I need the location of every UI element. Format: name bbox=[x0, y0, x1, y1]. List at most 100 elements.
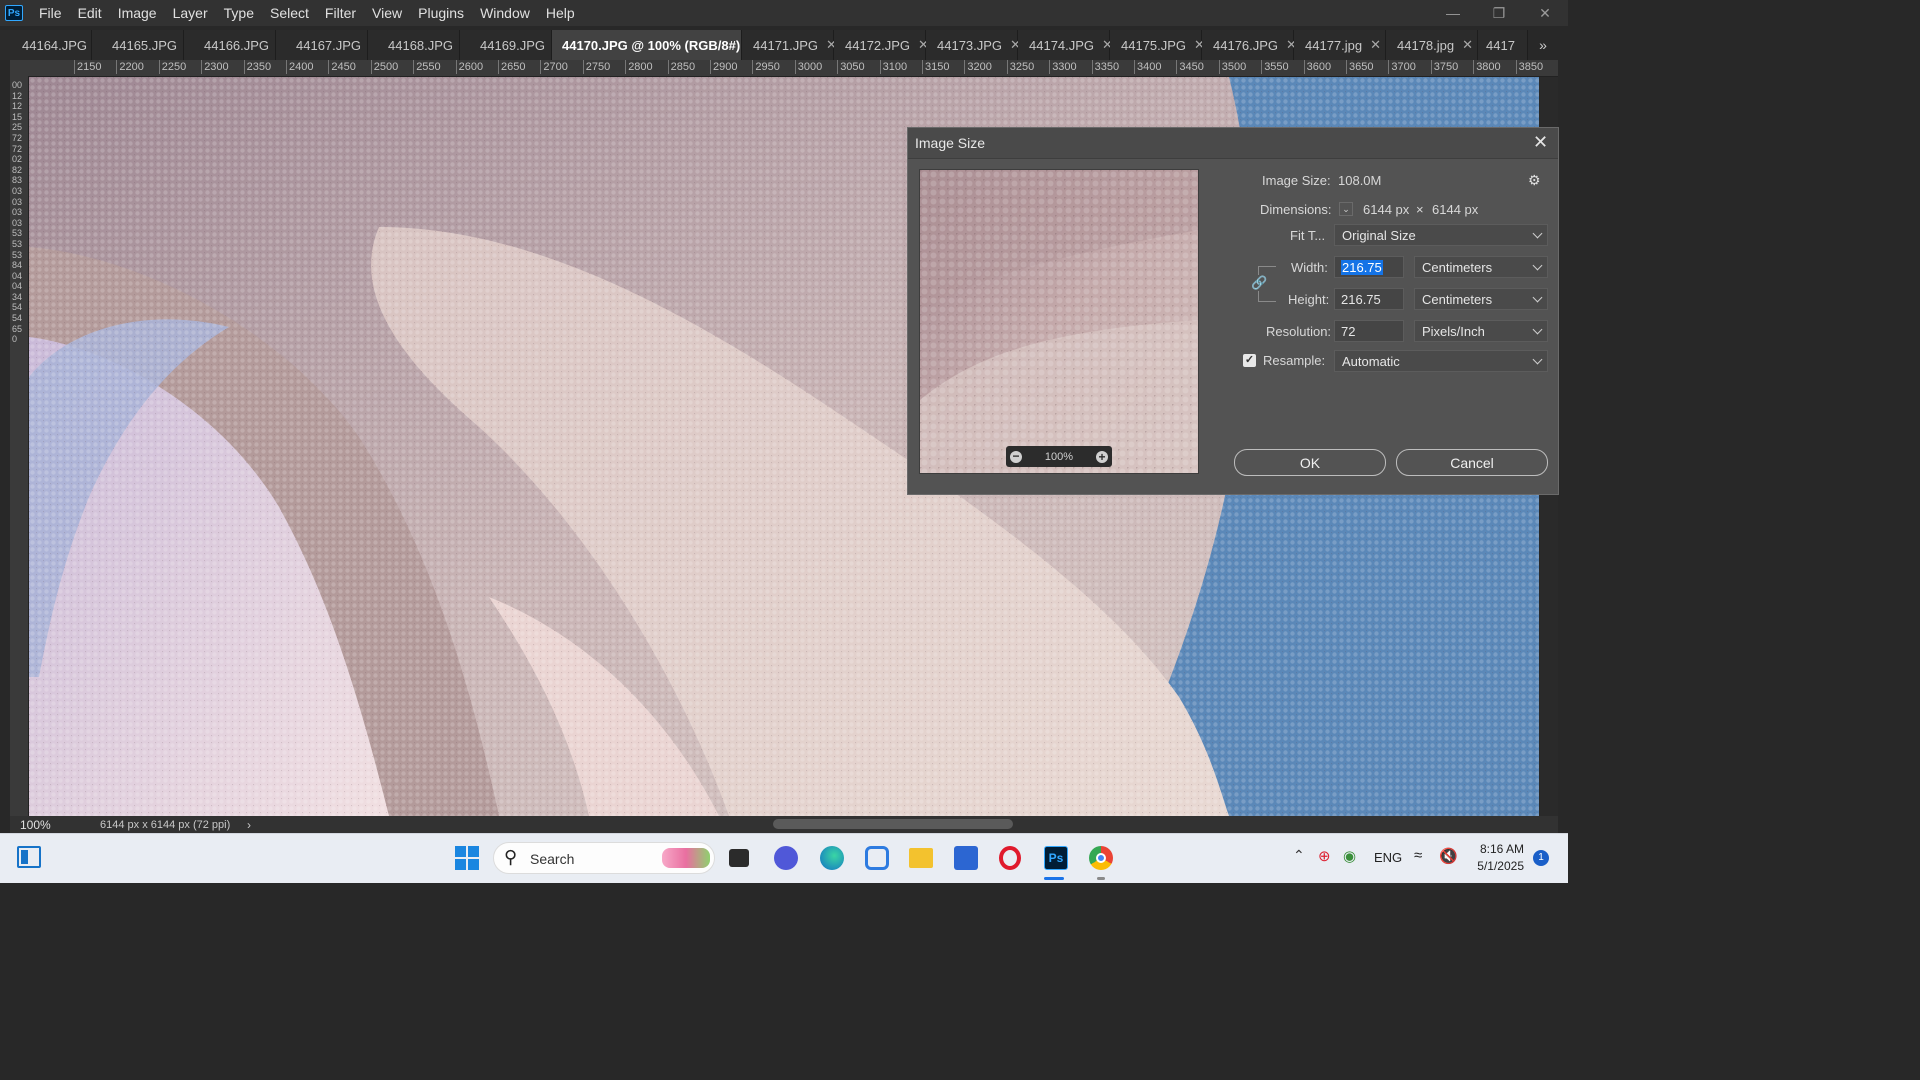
vpn-globe-icon[interactable]: ⊕ bbox=[1318, 847, 1331, 865]
ruler-tick-label: 3400 bbox=[1134, 60, 1161, 74]
task-view-icon[interactable] bbox=[729, 849, 749, 867]
tab-label: 44178.jpg bbox=[1397, 37, 1455, 53]
tab-44164[interactable]: 44164.JPG✕ bbox=[0, 30, 106, 60]
horizontal-scrollbar-thumb[interactable] bbox=[773, 819, 1013, 829]
menu-bar: Ps File Edit Image Layer Type Select Fil… bbox=[0, 0, 1568, 26]
dimensions-dropdown-icon[interactable]: ⌄ bbox=[1339, 202, 1353, 216]
tab-44177[interactable]: 44177.jpg ✕ bbox=[1294, 30, 1386, 60]
constrain-proportions-link-icon[interactable]: 🔗 bbox=[1251, 275, 1267, 291]
microsoft-store-icon[interactable] bbox=[954, 846, 978, 870]
tab-44170-active[interactable]: 44170.JPG @ 100% (RGB/8#)✕ bbox=[552, 30, 759, 60]
tab-44178[interactable]: 44178.jpg ✕ bbox=[1386, 30, 1478, 60]
wifi-icon[interactable]: ≈ bbox=[1414, 847, 1422, 864]
file-explorer-icon[interactable] bbox=[909, 848, 933, 868]
tab-44173[interactable]: 44173.JPG ✕ bbox=[926, 30, 1021, 60]
taskbar-search[interactable]: ⚲ Search bbox=[493, 842, 715, 874]
settings-gear-icon[interactable]: ⚙ bbox=[1528, 172, 1541, 189]
height-input[interactable]: 216.75 bbox=[1334, 288, 1404, 310]
ruler-tick-label: 3450 bbox=[1176, 60, 1204, 74]
menu-layer[interactable]: Layer bbox=[165, 0, 216, 26]
menu-filter[interactable]: Filter bbox=[317, 0, 364, 26]
network-globe-icon[interactable]: ◉ bbox=[1343, 847, 1356, 865]
resample-select[interactable]: Automatic bbox=[1334, 350, 1548, 372]
ruler-tick-label: 2550 bbox=[413, 60, 441, 74]
tab-44174[interactable]: 44174.JPG ✕ bbox=[1018, 30, 1113, 60]
clock-time[interactable]: 8:16 AM bbox=[1476, 842, 1524, 856]
edge-browser-icon[interactable] bbox=[820, 846, 844, 870]
clock-date[interactable]: 5/1/2025 bbox=[1474, 859, 1524, 873]
language-indicator[interactable]: ENG bbox=[1374, 850, 1402, 865]
menu-file[interactable]: File bbox=[31, 0, 70, 26]
zoom-in-icon[interactable]: + bbox=[1095, 450, 1108, 463]
zoom-out-icon[interactable]: − bbox=[1010, 450, 1022, 463]
fit-to-value: Original Size bbox=[1342, 227, 1416, 243]
ruler-tick-label: 3100 bbox=[879, 60, 907, 74]
resample-checkbox[interactable]: ✓ bbox=[1243, 354, 1256, 367]
height-unit-select[interactable]: Centimeters bbox=[1414, 288, 1548, 310]
resolution-unit-select[interactable]: Pixels/Inch bbox=[1414, 320, 1548, 342]
tab-44171[interactable]: 44171.JPG ✕ bbox=[742, 30, 837, 60]
menu-edit[interactable]: Edit bbox=[70, 0, 110, 26]
status-arrow-icon[interactable]: › bbox=[247, 818, 251, 832]
ruler-tick-label: 3500 bbox=[1218, 60, 1246, 74]
width-input[interactable]: 216.75 bbox=[1334, 256, 1404, 278]
tab-44167[interactable]: 44167.JPG✕ bbox=[276, 30, 380, 60]
volume-muted-icon[interactable]: 🔇 bbox=[1439, 847, 1458, 865]
close-window-icon[interactable]: ✕ bbox=[1522, 0, 1568, 26]
tab-44172[interactable]: 44172.JPG ✕ bbox=[834, 30, 929, 60]
tab-44176[interactable]: 44176.JPG ✕ bbox=[1202, 30, 1297, 60]
chrome-browser-icon[interactable] bbox=[1089, 846, 1113, 870]
tab-label: 44173.JPG bbox=[937, 37, 1003, 53]
ruler-tick-label: 2150 bbox=[74, 60, 101, 74]
dialog-close-icon[interactable]: ✕ bbox=[1533, 132, 1548, 153]
teams-chat-icon[interactable] bbox=[774, 846, 798, 870]
photoshop-taskbar-icon[interactable]: Ps bbox=[1044, 846, 1068, 870]
tab-label: 44168.JPG bbox=[388, 37, 454, 53]
resolution-input[interactable]: 72 bbox=[1334, 320, 1404, 342]
tab-44169[interactable]: 44169.JPG✕ bbox=[460, 30, 564, 60]
tab-4417-partial[interactable]: 4417 bbox=[1478, 30, 1528, 60]
vertical-ruler: 0012121525727202828303030303535353840404… bbox=[10, 76, 29, 816]
preview-zoom-level: 100% bbox=[1044, 450, 1074, 463]
ok-button[interactable]: OK bbox=[1234, 449, 1386, 476]
start-icon[interactable] bbox=[455, 846, 479, 870]
width-unit-select[interactable]: Centimeters bbox=[1414, 256, 1548, 278]
fit-to-select[interactable]: Original Size bbox=[1334, 224, 1548, 246]
zoom-level[interactable]: 100% bbox=[20, 818, 80, 832]
search-label: Search bbox=[530, 851, 575, 867]
cancel-button[interactable]: Cancel bbox=[1396, 449, 1548, 476]
ruler-tick-label: 2600 bbox=[455, 60, 483, 74]
notification-badge[interactable]: 1 bbox=[1533, 850, 1549, 866]
menu-image[interactable]: Image bbox=[110, 0, 165, 26]
ruler-tick-label: 3150 bbox=[922, 60, 949, 74]
menu-select[interactable]: Select bbox=[262, 0, 317, 26]
tab-44168[interactable]: 44168.JPG✕ bbox=[368, 30, 472, 60]
show-hidden-icons-chevron-icon[interactable]: ⌃ bbox=[1293, 847, 1305, 864]
menu-help[interactable]: Help bbox=[538, 0, 583, 26]
tab-label: 44172.JPG bbox=[845, 37, 911, 53]
ruler-tick-label: 3600 bbox=[1303, 60, 1331, 74]
ruler-tick-label: 2300 bbox=[201, 60, 229, 74]
ruler-tick-label: 3800 bbox=[1473, 60, 1501, 74]
tab-44165[interactable]: 44165.JPG✕ bbox=[92, 30, 196, 60]
copilot-icon[interactable] bbox=[865, 846, 889, 870]
menu-view[interactable]: View bbox=[364, 0, 410, 26]
dimensions-width: 6144 px bbox=[1363, 202, 1410, 217]
minimize-icon[interactable]: — bbox=[1430, 0, 1476, 26]
menu-window[interactable]: Window bbox=[472, 0, 538, 26]
menu-type[interactable]: Type bbox=[216, 0, 262, 26]
restore-icon[interactable]: ❐ bbox=[1476, 0, 1522, 26]
ruler-tick-label: 3300 bbox=[1049, 60, 1077, 74]
opera-browser-icon[interactable] bbox=[999, 846, 1021, 870]
menu-plugins[interactable]: Plugins bbox=[410, 0, 472, 26]
ruler-tick-label: 3650 bbox=[1346, 60, 1373, 74]
tab-close-icon[interactable]: ✕ bbox=[1462, 37, 1473, 53]
width-value: 216.75 bbox=[1341, 259, 1383, 275]
widgets-icon[interactable] bbox=[17, 846, 41, 868]
tabs-overflow-icon[interactable]: » bbox=[1528, 30, 1558, 60]
chevron-down-icon bbox=[1532, 324, 1543, 335]
tab-44175[interactable]: 44175.JPG ✕ bbox=[1110, 30, 1205, 60]
image-preview[interactable]: − 100% + bbox=[919, 169, 1199, 474]
tab-close-icon[interactable]: ✕ bbox=[1370, 37, 1381, 53]
tab-44166[interactable]: 44166.JPG✕ bbox=[184, 30, 288, 60]
